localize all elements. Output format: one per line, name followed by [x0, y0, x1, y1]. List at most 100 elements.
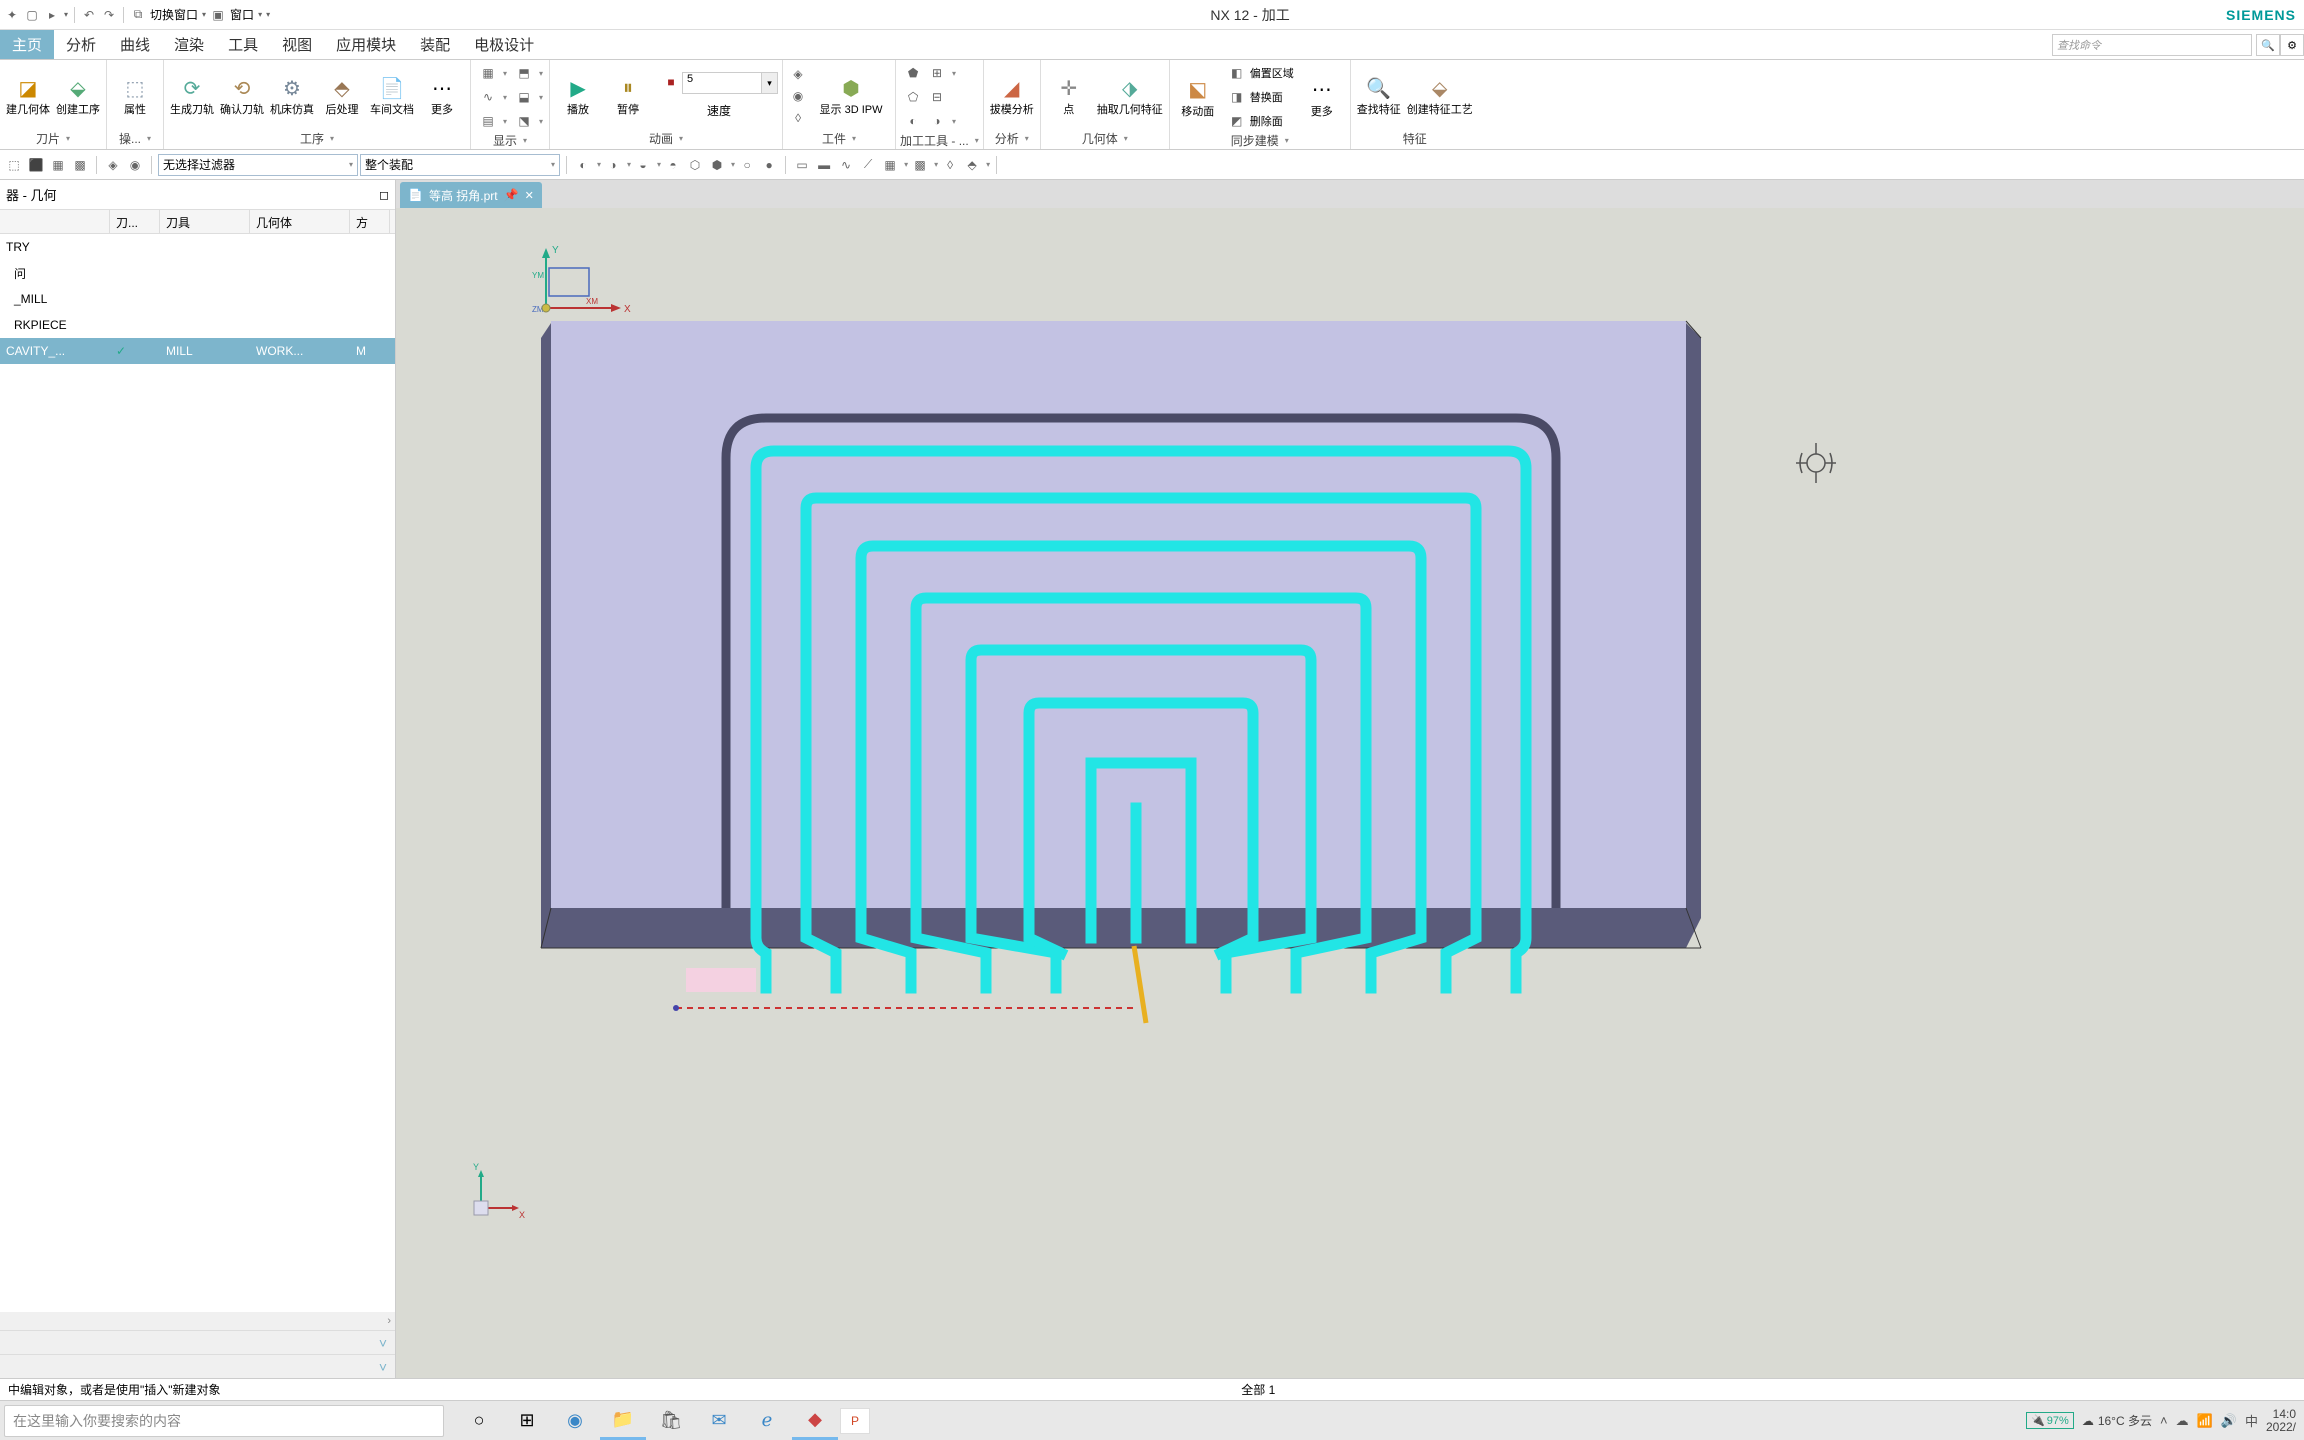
sel-btn-21[interactable]: ◊ — [940, 155, 960, 175]
store-button[interactable]: 🛍 — [648, 1402, 694, 1440]
qat-dropdown[interactable]: ▾ — [64, 10, 68, 19]
tray-cloud-icon[interactable]: ☁ — [2176, 1413, 2189, 1429]
disp-btn-4[interactable]: ⬒ — [513, 63, 535, 83]
stop-button[interactable]: ■ — [660, 72, 682, 92]
sync-more-button[interactable]: ⋯更多 — [1298, 74, 1346, 121]
col-geometry[interactable]: 几何体 — [250, 210, 350, 233]
ppt-button[interactable]: P — [840, 1408, 870, 1434]
panel-pin-icon[interactable]: ◻ — [379, 188, 389, 202]
sel-btn-22[interactable]: ⬘ — [962, 155, 982, 175]
create-geometry-button[interactable]: ◪ 建几何体 — [4, 72, 52, 119]
replace-face-button[interactable]: ◨替换面 — [1224, 86, 1296, 108]
open-icon[interactable]: ▢ — [24, 7, 40, 23]
tray-network-icon[interactable]: 📶 — [2197, 1413, 2213, 1429]
menu-curve[interactable]: 曲线 — [108, 30, 162, 59]
sel-btn-3[interactable]: ▦ — [48, 155, 68, 175]
sel-btn-14[interactable]: ● — [759, 155, 779, 175]
sel-btn-17[interactable]: ∿ — [836, 155, 856, 175]
menu-tools[interactable]: 工具 — [216, 30, 270, 59]
disp-btn-3[interactable]: ▤ — [477, 111, 499, 131]
viewport-3d[interactable]: Y YM ZM XM X Y X — [396, 208, 2304, 1378]
taskview-button[interactable]: ⊞ — [504, 1402, 550, 1440]
offset-region-button[interactable]: ◧偏置区域 — [1224, 62, 1296, 84]
menu-analysis[interactable]: 分析 — [54, 30, 108, 59]
part-btn-2[interactable]: ◉ — [787, 86, 809, 106]
sel-btn-6[interactable]: ◉ — [125, 155, 145, 175]
sel-btn-9[interactable]: ◒ — [633, 155, 653, 175]
machine-sim-button[interactable]: ⚙机床仿真 — [268, 72, 316, 119]
show-3d-ipw-button[interactable]: ⬢显示 3D IPW — [811, 72, 891, 119]
switch-window-label[interactable]: 切换窗口 — [150, 6, 198, 23]
tray-ime[interactable]: 中 — [2245, 1411, 2258, 1430]
sel-btn-13[interactable]: ○ — [737, 155, 757, 175]
menu-view[interactable]: 视图 — [270, 30, 324, 59]
window-icon[interactable]: ▣ — [210, 7, 226, 23]
mt-btn-4[interactable]: ⊟ — [926, 87, 948, 107]
cortana-button[interactable]: ○ — [456, 1402, 502, 1440]
point-button[interactable]: ✛点 — [1045, 72, 1093, 119]
delete-face-button[interactable]: ◩删除面 — [1224, 110, 1296, 132]
battery-indicator[interactable]: 🔌 97% — [2026, 1412, 2074, 1429]
sel-btn-4[interactable]: ▩ — [70, 155, 90, 175]
play-button[interactable]: ▶播放 — [554, 72, 602, 119]
sel-btn-19[interactable]: ▦ — [880, 155, 900, 175]
panel-chevron-2[interactable]: ˅ — [371, 1359, 395, 1375]
tree-row-mill[interactable]: _MILL — [0, 286, 395, 312]
sel-btn-11[interactable]: ⬡ — [685, 155, 705, 175]
sel-btn-15[interactable]: ▭ — [792, 155, 812, 175]
window-menu-label[interactable]: 窗口 — [230, 6, 254, 23]
mt-btn-1[interactable]: ⬟ — [902, 63, 924, 83]
sel-btn-8[interactable]: ◑ — [603, 155, 623, 175]
speed-dropdown[interactable]: ▾ — [762, 72, 778, 94]
part-btn-1[interactable]: ◈ — [787, 64, 809, 84]
mt-btn-3[interactable]: ⬠ — [902, 87, 924, 107]
tab-close-button[interactable]: ✕ — [525, 189, 534, 202]
menu-assembly[interactable]: 装配 — [408, 30, 462, 59]
disp-btn-6[interactable]: ⬔ — [513, 111, 535, 131]
document-tab[interactable]: 📄 等高 拐角.prt 📌 ✕ — [400, 182, 542, 208]
panel-hscroll[interactable]: › — [0, 1312, 395, 1330]
sel-btn-7[interactable]: ◐ — [573, 155, 593, 175]
explorer-button[interactable]: 📁 — [600, 1402, 646, 1440]
tray-time[interactable]: 14:0 — [2273, 1408, 2296, 1421]
tree-row-unused[interactable]: 问 — [0, 260, 395, 286]
mt-btn-2[interactable]: ⊞ — [926, 63, 948, 83]
sel-btn-10[interactable]: ◓ — [663, 155, 683, 175]
create-feature-process-button[interactable]: ⬙创建特征工艺 — [1405, 72, 1475, 119]
tray-chevron[interactable]: ˄ — [2160, 1413, 2168, 1428]
pause-button[interactable]: ⏸暂停 — [604, 72, 652, 119]
command-search-button[interactable]: 🔍 — [2256, 34, 2280, 56]
tree-row-workpiece[interactable]: RKPIECE — [0, 312, 395, 338]
undo-icon[interactable]: ↶ — [81, 7, 97, 23]
redo-icon[interactable]: ↷ — [101, 7, 117, 23]
sel-btn-1[interactable]: ⬚ — [4, 155, 24, 175]
sel-btn-20[interactable]: ▩ — [910, 155, 930, 175]
edge-button[interactable]: ◉ — [552, 1402, 598, 1440]
postprocess-button[interactable]: ⬘后处理 — [318, 72, 366, 119]
command-options-button[interactable]: ⚙ — [2280, 34, 2304, 56]
window-switch-icon[interactable]: ⧉ — [130, 7, 146, 23]
sel-btn-12[interactable]: ⬢ — [707, 155, 727, 175]
mt-btn-5[interactable]: ◐ — [902, 111, 924, 131]
create-operation-button[interactable]: ⬙ 创建工序 — [54, 72, 102, 119]
col-tool[interactable]: 刀具 — [160, 210, 250, 233]
disp-btn-2[interactable]: ∿ — [477, 87, 499, 107]
menu-home[interactable]: 主页 — [0, 30, 54, 59]
menu-electrode[interactable]: 电极设计 — [462, 30, 546, 59]
part-btn-3[interactable]: ◊ — [787, 108, 809, 128]
generate-toolpath-button[interactable]: ⟳生成刀轨 — [168, 72, 216, 119]
nx-app-button[interactable]: ◆ — [792, 1402, 838, 1440]
properties-button[interactable]: ⬚ 属性 — [111, 72, 159, 119]
speed-input[interactable]: 5 — [682, 72, 762, 94]
qat-more[interactable]: ▾ — [266, 10, 270, 19]
find-feature-button[interactable]: 🔍查找特征 — [1355, 72, 1403, 119]
assembly-select[interactable]: 整个装配▾ — [360, 154, 560, 176]
verify-toolpath-button[interactable]: ⟲确认刀轨 — [218, 72, 266, 119]
sel-btn-2[interactable]: ⬛ — [26, 155, 46, 175]
save-icon[interactable]: ▸ — [44, 7, 60, 23]
tab-pin-icon[interactable]: 📌 — [504, 188, 519, 202]
sel-btn-18[interactable]: ⟋ — [858, 155, 878, 175]
col-tool-abbr[interactable]: 刀... — [110, 210, 160, 233]
tray-date[interactable]: 2022/ — [2266, 1421, 2296, 1434]
menu-app-module[interactable]: 应用模块 — [324, 30, 408, 59]
